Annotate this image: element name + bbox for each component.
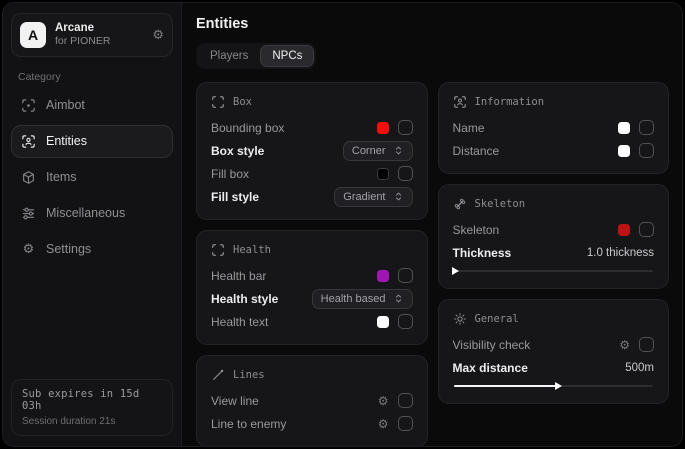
fill-style-select[interactable]: Gradient	[334, 187, 412, 207]
option-row-box-style: Box style Corner	[211, 139, 413, 162]
sidebar-item-settings[interactable]: ⚙ Settings	[11, 233, 173, 266]
gear-icon: ⚙	[21, 242, 36, 257]
max-distance-slider[interactable]	[454, 381, 654, 391]
sub-expires-text: Sub expires in 15d 03h	[22, 388, 162, 412]
sun-icon	[453, 312, 467, 326]
card-title: Skeleton	[475, 198, 526, 210]
gear-icon[interactable]: ⚙	[378, 418, 389, 430]
checkbox-view-line[interactable]	[398, 393, 413, 408]
checkbox-distance[interactable]	[639, 143, 654, 158]
sidebar-item-aimbot[interactable]: Aimbot	[11, 89, 173, 122]
crosshair-icon	[21, 98, 36, 113]
option-row-fill-box: Fill box	[211, 162, 413, 185]
sidebar-item-label: Entities	[46, 134, 87, 148]
color-swatch[interactable]	[377, 316, 389, 328]
checkbox-name[interactable]	[639, 120, 654, 135]
person-scan-icon	[21, 134, 36, 149]
sliders-icon	[21, 206, 36, 221]
gear-icon[interactable]: ⚙	[619, 339, 630, 351]
color-swatch[interactable]	[618, 122, 630, 134]
sidebar-item-entities[interactable]: Entities	[11, 125, 173, 158]
category-label: Category	[18, 71, 173, 83]
option-row-line-to-enemy: Line to enemy ⚙	[211, 412, 413, 435]
checkbox-fill-box[interactable]	[398, 166, 413, 181]
sidebar-item-label: Settings	[46, 242, 91, 256]
corner-brackets-icon	[211, 95, 225, 109]
cube-icon	[21, 170, 36, 185]
slider-thumb[interactable]	[452, 267, 459, 275]
checkbox-health-bar[interactable]	[398, 268, 413, 283]
option-row-health-text: Health text	[211, 310, 413, 333]
app-logo: A	[20, 22, 46, 48]
logo-card: A Arcane for PIONER ⚙	[11, 13, 173, 57]
option-row-skeleton: Skeleton	[453, 218, 655, 241]
box-style-select[interactable]: Corner	[343, 141, 413, 161]
thickness-slider[interactable]	[454, 266, 654, 276]
card-title: Lines	[233, 369, 265, 381]
gear-icon[interactable]: ⚙	[152, 27, 164, 43]
app-subtitle: for PIONER	[55, 35, 143, 48]
app-window: A Arcane for PIONER ⚙ Category Aimbot En…	[2, 2, 683, 447]
gear-icon[interactable]: ⚙	[378, 395, 389, 407]
checkbox-skeleton[interactable]	[639, 222, 654, 237]
card-title: Health	[233, 244, 271, 256]
card-title: General	[475, 313, 519, 325]
color-swatch[interactable]	[377, 270, 389, 282]
option-row-bounding-box: Bounding box	[211, 116, 413, 139]
option-row-thickness: Thickness 1.0 thickness	[453, 241, 655, 264]
option-row-view-line: View line ⚙	[211, 389, 413, 412]
chevrons-up-down-icon	[393, 293, 404, 304]
chevrons-up-down-icon	[393, 145, 404, 156]
card-title: Box	[233, 96, 252, 108]
health-style-select[interactable]: Health based	[312, 289, 413, 309]
checkbox-bounding-box[interactable]	[398, 120, 413, 135]
checkbox-line-to-enemy[interactable]	[398, 416, 413, 431]
option-row-max-distance: Max distance 500m	[453, 356, 655, 379]
general-card: General Visibility check ⚙ Max distance …	[438, 299, 670, 404]
box-card: Box Bounding box Box style Corner	[196, 82, 428, 220]
information-card: Information Name Distance	[438, 82, 670, 174]
checkbox-visibility-check[interactable]	[639, 337, 654, 352]
option-row-visibility-check: Visibility check ⚙	[453, 333, 655, 356]
session-duration-text: Session duration 21s	[22, 416, 162, 427]
option-row-fill-style: Fill style Gradient	[211, 185, 413, 208]
checkbox-health-text[interactable]	[398, 314, 413, 329]
sidebar-item-label: Items	[46, 170, 77, 184]
tab-players[interactable]: Players	[198, 45, 260, 67]
slider-thumb[interactable]	[555, 382, 562, 390]
app-name: Arcane	[55, 21, 143, 35]
max-distance-value: 500m	[625, 362, 654, 374]
tab-npcs[interactable]: NPCs	[260, 45, 314, 67]
sidebar-item-items[interactable]: Items	[11, 161, 173, 194]
lines-card: Lines View line ⚙ Line to enemy ⚙	[196, 355, 428, 446]
chevrons-up-down-icon	[393, 191, 404, 202]
diagonal-line-icon	[211, 368, 225, 382]
color-swatch[interactable]	[618, 145, 630, 157]
entity-tabs: Players NPCs	[196, 43, 316, 69]
main-content: Entities Players NPCs Box Bounding box	[182, 3, 682, 446]
color-swatch[interactable]	[377, 122, 389, 134]
thickness-value: 1.0 thickness	[587, 247, 654, 259]
option-row-name: Name	[453, 116, 655, 139]
sidebar-item-label: Aimbot	[46, 98, 85, 112]
page-title: Entities	[196, 16, 669, 32]
subscription-card: Sub expires in 15d 03h Session duration …	[11, 379, 173, 436]
color-swatch[interactable]	[618, 224, 630, 236]
option-row-distance: Distance	[453, 139, 655, 162]
sidebar-item-label: Miscellaneous	[46, 206, 125, 220]
sidebar: A Arcane for PIONER ⚙ Category Aimbot En…	[3, 3, 182, 446]
skeleton-card: Skeleton Skeleton Thickness 1.0 thicknes…	[438, 184, 670, 289]
option-row-health-style: Health style Health based	[211, 287, 413, 310]
person-scan-icon	[453, 95, 467, 109]
option-row-health-bar: Health bar	[211, 264, 413, 287]
bone-icon	[453, 197, 467, 211]
sidebar-item-miscellaneous[interactable]: Miscellaneous	[11, 197, 173, 230]
color-swatch[interactable]	[377, 168, 389, 180]
health-card: Health Health bar Health style Health ba…	[196, 230, 428, 345]
card-title: Information	[475, 96, 545, 108]
corner-brackets-icon	[211, 243, 225, 257]
